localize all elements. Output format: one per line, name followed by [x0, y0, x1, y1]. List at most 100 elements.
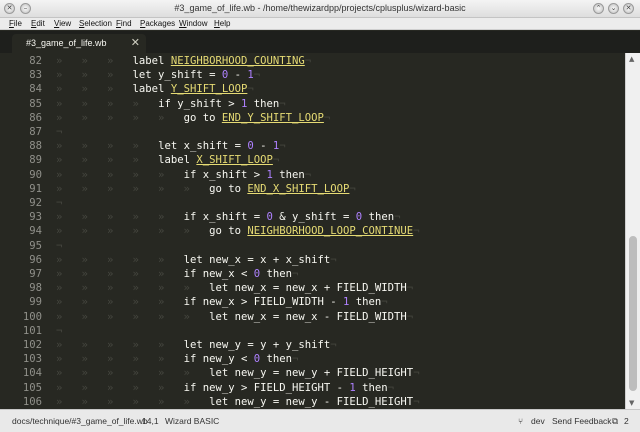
send-feedback-button[interactable]: Send Feedback: [552, 416, 612, 426]
code-text: ¬: [56, 196, 62, 210]
indent-guides: » » » » » »: [56, 225, 210, 238]
code-line[interactable]: 85 » » » » if y_shift > 1 then¬: [0, 97, 625, 111]
code-line[interactable]: 105 » » » » » if new_y > FIELD_HEIGHT - 1…: [0, 381, 625, 395]
code-line[interactable]: 97 » » » » » if new_x < 0 then¬: [0, 267, 625, 281]
code-editor[interactable]: 82» » » label NEIGHBORHOOD_COUNTING¬ 83» …: [0, 53, 625, 409]
eol-marker: ¬: [330, 253, 337, 266]
status-branch[interactable]: dev: [531, 416, 545, 426]
eol-marker: ¬: [279, 140, 286, 153]
indent-guides: ¬: [56, 324, 63, 337]
menu-window[interactable]: Window: [179, 19, 207, 28]
code-token: let new_x = x + x_shift: [183, 253, 331, 266]
code-line[interactable]: 84 » » » label Y_SHIFT_LOOP¬: [0, 82, 625, 96]
code-text: » » » » » if new_y > FIELD_HEIGHT - 1 th…: [56, 381, 394, 395]
code-line[interactable]: 94 » » » » » » go to NEIGHBORHOOD_LOOP_CO…: [0, 224, 625, 238]
code-line[interactable]: 101 ¬: [0, 324, 625, 338]
status-file-path[interactable]: docs/technique/#3_game_of_life.wb: [12, 416, 148, 426]
menu-help[interactable]: Help: [214, 19, 230, 28]
code-line[interactable]: 90 » » » » » if x_shift > 1 then¬: [0, 168, 625, 182]
code-line[interactable]: 102 » » » » » let new_y = y + y_shift¬: [0, 338, 625, 352]
code-text: » » » » let x_shift = 0 - 1¬: [56, 139, 286, 153]
indent-guides: » » » » » »: [56, 367, 210, 380]
menu-selection[interactable]: Selection: [79, 19, 112, 28]
eol-marker: ¬: [349, 182, 356, 195]
code-line[interactable]: 93 » » » » » if x_shift = 0 & y_shift = 0…: [0, 210, 625, 224]
line-number: 105: [22, 381, 42, 394]
indent-guides: » » » » »: [56, 268, 184, 280]
menu-view[interactable]: View: [54, 19, 71, 28]
scroll-up-icon[interactable]: ▲: [629, 55, 634, 63]
line-number: 95: [29, 239, 42, 252]
code-line[interactable]: 106 » » » » » » let new_y = new_y - FIELD…: [0, 395, 625, 409]
code-text: » » » » label X_SHIFT_LOOP¬: [56, 153, 279, 167]
indent-guides: » » » » »: [56, 296, 184, 309]
status-grammar[interactable]: Wizard BASIC: [165, 416, 219, 426]
code-line[interactable]: 99 » » » » » if new_x > FIELD_WIDTH - 1 t…: [0, 295, 625, 309]
code-text: » » » » » if x_shift = 0 & y_shift = 0 t…: [56, 210, 400, 224]
code-line[interactable]: 89 » » » » label X_SHIFT_LOOP¬: [0, 153, 625, 167]
code-text: ¬: [56, 125, 62, 139]
tab-game-of-life[interactable]: #3_game_of_life.wb ✕: [12, 34, 146, 53]
indent-guides: » » » » »: [56, 353, 184, 366]
menu-bar: File Edit View Selection Find Packages W…: [0, 18, 640, 30]
indent-guides: » » » » » »: [56, 310, 210, 323]
code-line[interactable]: 92 ¬: [0, 196, 625, 210]
status-updates-count[interactable]: 2: [624, 416, 629, 426]
code-token: let x_shift =: [158, 140, 248, 153]
status-cursor-position[interactable]: 14,1: [142, 416, 159, 426]
code-line[interactable]: 87 ¬: [0, 125, 625, 139]
label-token: Y_SHIFT_LOOP: [170, 83, 248, 96]
indent-guides: » » » » »: [56, 253, 184, 266]
code-text: » » » » » if new_x > FIELD_WIDTH - 1 the…: [56, 295, 388, 309]
eol-marker: ¬: [406, 310, 414, 323]
code-line[interactable]: 95 ¬: [0, 239, 625, 253]
eol-marker: ¬: [413, 367, 420, 380]
code-line[interactable]: 98 » » » » » » let new_x = new_x + FIELD_…: [0, 281, 625, 295]
code-text: ¬: [56, 239, 62, 253]
code-line[interactable]: 88 » » » » let x_shift = 0 - 1¬: [0, 139, 625, 153]
code-line[interactable]: 91 » » » » » » go to END_X_SHIFT_LOOP¬: [0, 182, 625, 196]
window-shade-up-icon[interactable]: ⌃: [593, 3, 604, 14]
indent-guides: » » »: [56, 55, 133, 67]
indent-guides: » » » » » »: [56, 282, 210, 295]
tab-bar: #3_game_of_life.wb ✕: [0, 31, 640, 53]
line-number: 92: [29, 197, 42, 209]
package-updates-icon[interactable]: ⧉: [612, 416, 618, 427]
label-token: NEIGHBORHOOD_LOOP_CONTINUE: [247, 225, 414, 238]
code-line[interactable]: 86 » » » » » go to END_Y_SHIFT_LOOP¬: [0, 111, 625, 125]
tab-label: #3_game_of_life.wb: [26, 38, 107, 48]
tab-close-icon[interactable]: ✕: [131, 36, 140, 49]
line-number: 103: [22, 353, 42, 366]
code-line[interactable]: 100 » » » » » » let new_x = new_x - FIELD…: [0, 310, 625, 324]
code-line[interactable]: 83 » » » let y_shift = 0 - 1¬: [0, 68, 625, 82]
menu-packages[interactable]: Packages: [140, 19, 175, 28]
menu-edit[interactable]: Edit: [31, 19, 45, 28]
code-line[interactable]: 82 » » » label NEIGHBORHOOD_COUNTING¬: [0, 54, 625, 68]
code-text: » » » » » » let new_x = new_x + FIELD_WI…: [56, 281, 413, 295]
indent-guides: » » » » »: [56, 339, 184, 351]
eol-marker: ¬: [406, 282, 414, 295]
code-text: » » » » » if new_y < 0 then¬: [56, 352, 298, 366]
line-number: 98: [29, 282, 42, 295]
menu-find[interactable]: Find: [116, 19, 132, 28]
scroll-thumb[interactable]: [629, 236, 637, 391]
indent-guides: » » »: [56, 69, 133, 82]
line-number: 85: [29, 97, 42, 110]
menu-file[interactable]: File: [9, 19, 22, 28]
code-token: let new_y = y + y_shift: [183, 339, 331, 351]
code-line[interactable]: 96 » » » » » let new_x = x + x_shift¬: [0, 253, 625, 267]
code-line[interactable]: 104 » » » » » » let new_y = new_y + FIELD…: [0, 366, 625, 380]
code-token: -: [253, 140, 273, 153]
window-close-right-icon[interactable]: ✕: [623, 3, 634, 14]
code-text: » » » label NEIGHBORHOOD_COUNTING¬: [56, 54, 311, 68]
eol-marker: ¬: [292, 268, 299, 280]
indent-guides: » » » » »: [56, 168, 184, 181]
code-token: then: [349, 296, 382, 309]
code-text: » » » » » » let new_y = new_y - FIELD_HE…: [56, 395, 420, 409]
scroll-down-icon[interactable]: ▼: [629, 399, 634, 407]
vertical-scrollbar[interactable]: ▲ ▼: [625, 53, 640, 409]
eol-marker: ¬: [304, 168, 312, 181]
code-line[interactable]: 103 » » » » » if new_y < 0 then¬: [0, 352, 625, 366]
code-text: » » » » » if new_x < 0 then¬: [56, 267, 298, 281]
window-shade-down-icon[interactable]: ⌄: [608, 3, 619, 14]
